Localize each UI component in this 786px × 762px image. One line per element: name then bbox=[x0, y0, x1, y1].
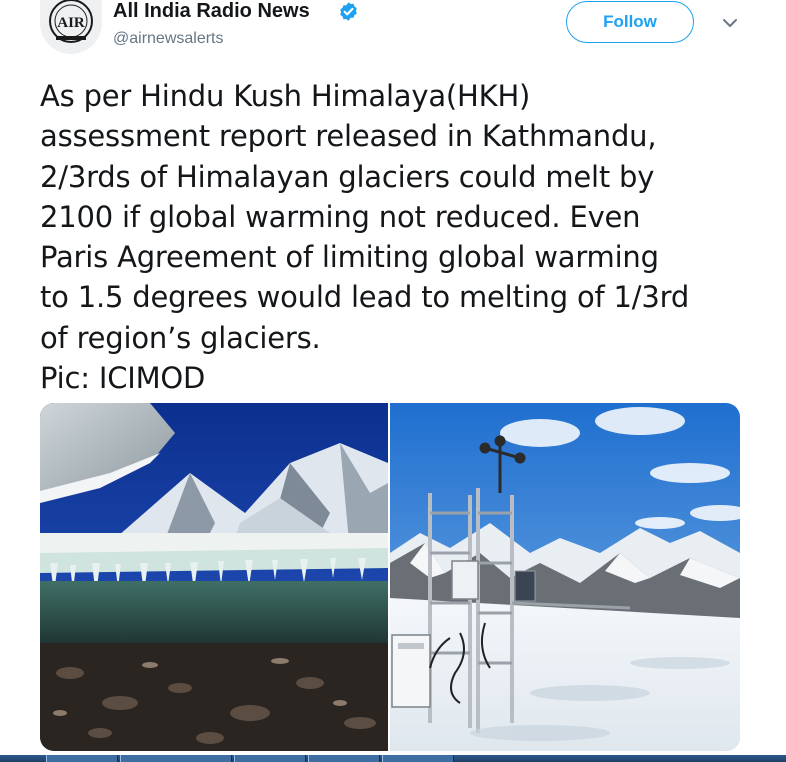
glacier-photo[interactable] bbox=[40, 403, 388, 751]
avatar[interactable]: AIR bbox=[40, 0, 102, 54]
tweet-text-line: to 1.5 degrees would lead to melting of … bbox=[40, 280, 690, 315]
taskbar-app-button[interactable] bbox=[308, 755, 380, 762]
tweet-media bbox=[40, 403, 740, 751]
chevron-down-icon[interactable] bbox=[720, 16, 740, 30]
user-handle[interactable]: @airnewsalerts bbox=[113, 29, 224, 49]
taskbar-app-button[interactable] bbox=[46, 755, 118, 762]
tweet-text-line: 2100 if global warming not reduced. Even bbox=[40, 199, 641, 234]
verified-badge-icon bbox=[340, 2, 357, 21]
taskbar-app-button[interactable] bbox=[382, 755, 454, 762]
tweet-text-line: assessment report released in Kathmandu, bbox=[40, 119, 657, 154]
svg-text:AIR: AIR bbox=[57, 15, 85, 31]
tweet-text: As per Hindu Kush Himalaya(HKH) assessme… bbox=[40, 76, 770, 398]
tweet-text-line: of region’s glaciers. bbox=[40, 320, 321, 355]
weather-station-photo[interactable] bbox=[390, 403, 740, 751]
follow-button[interactable]: Follow bbox=[566, 1, 694, 43]
tweet-text-line: Paris Agreement of limiting global warmi… bbox=[40, 240, 659, 275]
display-name[interactable]: All India Radio News bbox=[113, 0, 310, 22]
taskbar-app-button[interactable] bbox=[120, 755, 232, 762]
taskbar-app-button[interactable] bbox=[234, 755, 306, 762]
tweet-text-line: 2/3rds of Himalayan glaciers could melt … bbox=[40, 159, 655, 194]
tweet-header: AIR All India Radio News @airnewsalerts … bbox=[0, 0, 786, 70]
tweet-text-line: Pic: ICIMOD bbox=[40, 361, 206, 396]
air-logo-icon: AIR bbox=[49, 0, 93, 43]
tweet-text-line: As per Hindu Kush Himalaya(HKH) bbox=[40, 79, 531, 113]
